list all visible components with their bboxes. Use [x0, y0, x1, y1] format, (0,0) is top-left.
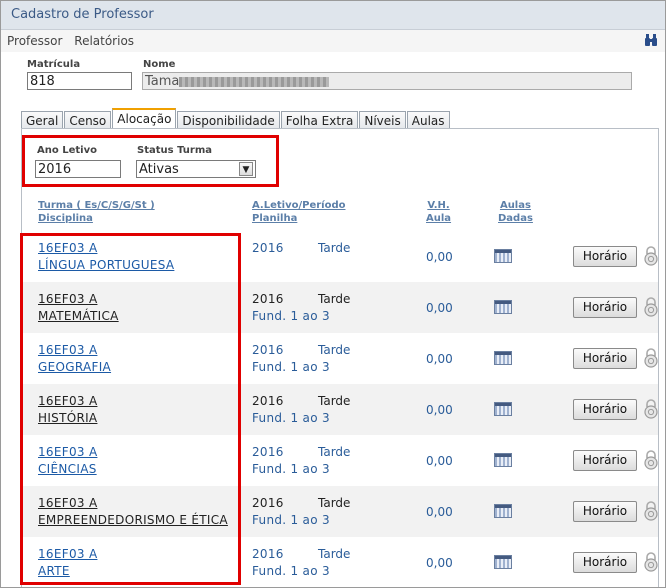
calendar-icon[interactable] — [494, 300, 512, 314]
lock-icon[interactable] — [643, 551, 659, 573]
ano-letivo-value: 2016 — [252, 547, 284, 561]
lock-icon[interactable] — [643, 398, 659, 420]
tab-alocacao[interactable]: Alocação — [112, 108, 177, 130]
planilha-value: Fund. 1 ao 3 — [252, 360, 330, 374]
binoculars-icon[interactable] — [645, 33, 657, 47]
calendar-icon[interactable] — [494, 555, 512, 569]
horario-button[interactable]: Horário — [573, 297, 637, 318]
nome-label: Nome — [143, 59, 176, 70]
header-turma-text: Turma ( Es/C/S/G/St ) — [38, 200, 155, 211]
matricula-label: Matrícula — [27, 59, 81, 70]
tab-bar: Geral Censo Alocação Disponibilidade Folha E… — [21, 108, 451, 130]
vh-aula-value: 0,00 — [426, 454, 453, 468]
horario-button[interactable]: Horário — [573, 246, 637, 267]
header-disciplina-text: Disciplina — [38, 213, 93, 224]
ano-letivo-value: 2016 — [252, 496, 284, 510]
ano-letivo-value: 2016 — [252, 445, 284, 459]
periodo-value: Tarde — [318, 343, 351, 357]
ano-letivo-value: 2016 — [252, 343, 284, 357]
vh-aula-value: 0,00 — [426, 250, 453, 264]
calendar-icon[interactable] — [494, 351, 512, 365]
vh-aula-value: 0,00 — [426, 403, 453, 417]
header-ano-letivo[interactable]: A.Letivo/Período Planilha — [252, 199, 346, 225]
lock-icon[interactable] — [643, 296, 659, 318]
ano-letivo-value: 2016 — [252, 292, 284, 306]
turmas-highlight — [20, 233, 241, 585]
periodo-value: Tarde — [318, 394, 351, 408]
nome-value: Tama — [145, 74, 180, 89]
menu-item-relatorios[interactable]: Relatórios — [74, 34, 134, 48]
header-aulas-text: Aulas — [499, 200, 531, 211]
ano-letivo-value: 2016 — [252, 241, 284, 255]
vh-aula-value: 0,00 — [426, 301, 453, 315]
ano-letivo-value: 2016 — [252, 394, 284, 408]
calendar-icon[interactable] — [494, 402, 512, 416]
planilha-value: Fund. 1 ao 3 — [252, 309, 330, 323]
nome-field[interactable]: Tama — [142, 72, 632, 90]
matricula-field[interactable]: 818 — [27, 72, 132, 90]
calendar-icon[interactable] — [494, 504, 512, 518]
calendar-icon[interactable] — [494, 453, 512, 467]
redaction-bar — [179, 77, 329, 87]
periodo-value: Tarde — [318, 547, 351, 561]
alocacao-panel: Ano Letivo 2016 Status Turma Ativas ▼ Tu… — [20, 128, 659, 587]
header-ano-text: A.Letivo/Período — [252, 200, 346, 211]
header-vh-text: V.H. — [427, 200, 450, 211]
vh-aula-value: 0,00 — [426, 352, 453, 366]
horario-button[interactable]: Horário — [573, 450, 637, 471]
header-aula-text: Aula — [426, 213, 452, 224]
periodo-value: Tarde — [318, 292, 351, 306]
header-dadas-text: Dadas — [498, 213, 533, 224]
periodo-value: Tarde — [318, 496, 351, 510]
window-title: Cadastro de Professor — [1, 1, 665, 30]
planilha-value: Fund. 1 ao 3 — [252, 462, 330, 476]
header-vh[interactable]: V.H. Aula — [426, 199, 451, 225]
horario-button[interactable]: Horário — [573, 348, 637, 369]
calendar-icon[interactable] — [494, 249, 512, 263]
lock-icon[interactable] — [643, 500, 659, 522]
menu-item-professor[interactable]: Professor — [7, 34, 62, 48]
planilha-value: Fund. 1 ao 3 — [252, 564, 330, 578]
app-window: Cadastro de Professor Professor Relatóri… — [0, 0, 666, 588]
vh-aula-value: 0,00 — [426, 505, 453, 519]
planilha-value: Fund. 1 ao 3 — [252, 513, 330, 527]
planilha-value: Fund. 1 ao 3 — [252, 411, 330, 425]
lock-icon[interactable] — [643, 449, 659, 471]
header-aulas-dadas[interactable]: Aulas Dadas — [498, 199, 533, 225]
vh-aula-value: 0,00 — [426, 556, 453, 570]
horario-button[interactable]: Horário — [573, 552, 637, 573]
header-turma[interactable]: Turma ( Es/C/S/G/St ) Disciplina — [38, 199, 155, 225]
filters-highlight — [22, 135, 279, 187]
lock-icon[interactable] — [643, 245, 659, 267]
header-planilha-text: Planilha — [252, 213, 298, 224]
periodo-value: Tarde — [318, 241, 351, 255]
lock-icon[interactable] — [643, 347, 659, 369]
periodo-value: Tarde — [318, 445, 351, 459]
menu-bar: Professor Relatórios — [1, 30, 665, 52]
horario-button[interactable]: Horário — [573, 399, 637, 420]
horario-button[interactable]: Horário — [573, 501, 637, 522]
